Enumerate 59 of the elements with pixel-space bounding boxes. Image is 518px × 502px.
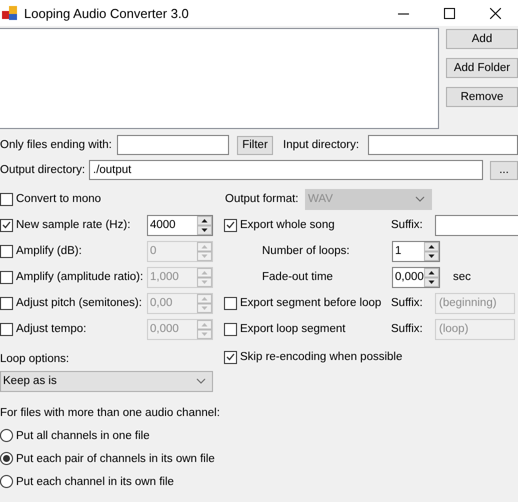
number-field[interactable]: 4000 [147,214,213,236]
checkbox[interactable] [0,244,13,258]
input-directory-field[interactable] [368,135,518,155]
suffix-label: Suffix: [391,323,424,335]
checkbox-label: New sample rate (Hz): [16,219,132,231]
checkbox-label: Amplify (dB): [16,245,83,257]
output-directory-label: Output directory: [0,164,86,176]
file-button[interactable]: Add Folder [446,58,518,78]
checkbox[interactable] [224,350,237,364]
radio-label: Put each pair of channels in its own file [16,452,215,464]
radio-button[interactable] [0,452,13,465]
loops-label: Number of loops: [262,245,351,257]
file-list[interactable] [0,28,439,129]
output-format-label: Output format: [225,193,300,205]
checkbox-label: Adjust pitch (semitones): [16,297,143,309]
spin-arrows-icon[interactable] [424,242,439,260]
spin-arrows-icon[interactable] [197,216,212,234]
checkbox[interactable] [224,218,237,232]
fade-out-label: Fade-out time [262,271,334,283]
spin-arrows-icon[interactable] [424,268,439,286]
checkbox[interactable] [224,296,237,310]
browse-button[interactable]: ... [490,160,518,180]
file-button[interactable]: Remove [446,87,518,107]
caret-icon [415,196,425,202]
checkbox-label: Skip re-encoding when possible [240,351,402,363]
window-title: Looping Audio Converter 3.0 [24,6,190,20]
checkbox-label: Amplify (amplitude ratio): [16,271,144,283]
file-button[interactable]: Add [446,29,518,49]
checkbox-label: Convert to mono [16,193,102,205]
checkbox-label: Adjust tempo: [16,323,88,335]
loop-options-label: Loop options: [0,353,70,365]
checkbox[interactable] [0,218,13,232]
suffix-field[interactable] [435,214,518,236]
number-field[interactable]: 0,000 [392,266,440,288]
unit-label: sec [453,271,471,283]
checkbox[interactable] [0,296,13,310]
input-directory-label: Input directory: [283,139,360,151]
loop-options-dropdown[interactable]: Keep as is [0,370,213,392]
app-icon [2,5,18,21]
radio-label: Put each channel in its own file [16,476,174,488]
checkbox[interactable] [0,322,13,336]
radio-button[interactable] [0,475,13,488]
radio-button[interactable] [0,429,13,442]
checkbox-label: Export whole song [240,219,336,231]
filter-label: Only files ending with: [0,139,113,151]
filter-field[interactable] [117,135,229,155]
number-field[interactable]: 1 [392,240,440,262]
channels-label: For files with more than one audio channel: [0,407,220,419]
checkbox[interactable] [0,270,13,284]
checkbox[interactable] [224,322,237,336]
filter-button[interactable]: Filter [237,136,273,154]
suffix-label: Suffix: [391,219,424,231]
caret-icon [196,378,206,384]
checkbox-label: Export loop segment [240,323,346,335]
output-directory-field[interactable]: ./output [89,160,483,180]
checkbox-label: Export segment before loop [240,297,382,309]
checkbox[interactable] [0,192,13,206]
radio-label: Put all channels in one file [16,430,150,442]
suffix-label: Suffix: [391,297,424,309]
